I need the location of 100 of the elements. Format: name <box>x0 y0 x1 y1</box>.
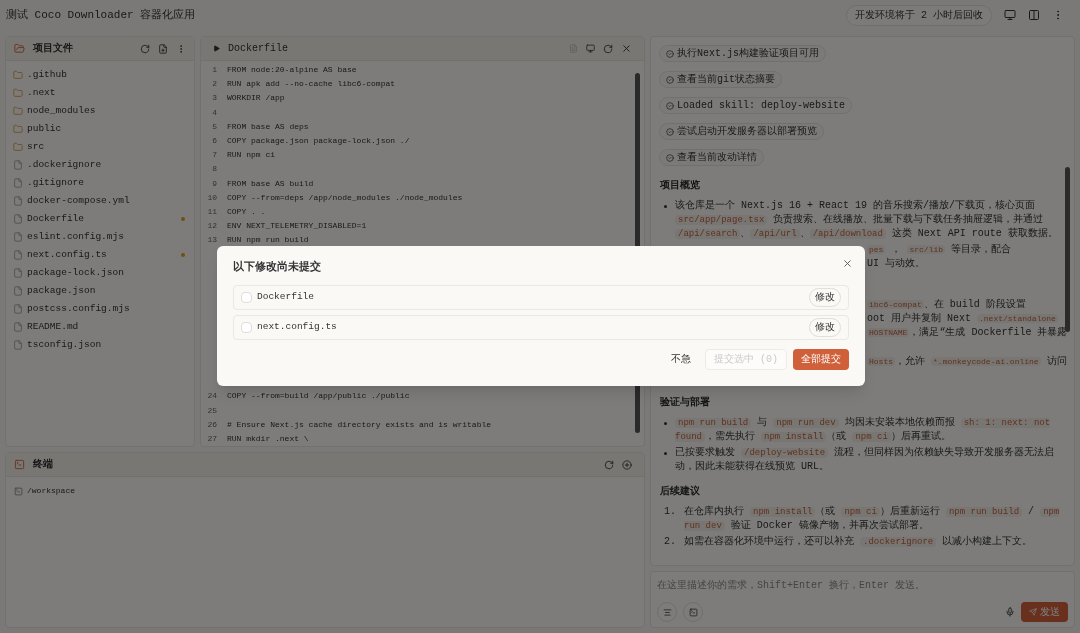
checkbox[interactable] <box>241 321 252 333</box>
file-tree-item[interactable]: tsconfig.json <box>13 336 187 354</box>
file-icon <box>13 196 23 206</box>
dialog-button[interactable]: 全部提交 <box>793 348 849 370</box>
code-line: COPY . . <box>226 205 266 218</box>
text-line: UI 与动效。 <box>867 257 925 271</box>
code-line: COPY --from=deps /app/node_modules ./node_modules <box>226 191 463 204</box>
file-tree-item[interactable]: package-lock.json <box>13 264 187 282</box>
send-button[interactable]: 发送 <box>1021 602 1068 622</box>
step-chip[interactable]: 执行Next.js构建验证项目可用 <box>659 45 826 62</box>
terminal-icon <box>14 486 23 496</box>
checkbox[interactable] <box>241 291 252 303</box>
file-tree-item[interactable]: src <box>13 138 187 156</box>
close-icon[interactable] <box>842 257 853 269</box>
line-number: 13 <box>206 234 218 247</box>
file-icon <box>13 160 23 170</box>
step-chip[interactable]: 尝试启动开发服务器以部署预览 <box>659 123 824 140</box>
refresh-icon[interactable] <box>140 43 150 54</box>
line-number: 26 <box>206 418 218 431</box>
folder-icon <box>14 43 25 54</box>
file-tree-item[interactable]: .gitignore <box>13 174 187 192</box>
scrollbar[interactable] <box>1065 167 1070 332</box>
text-line: Hosts ，允许 *.monkeycode-ai.online 访问 <box>867 355 1067 369</box>
check-circle-icon <box>666 75 674 84</box>
code-line: WORKDIR /app <box>226 92 285 105</box>
folder-icon <box>13 142 23 152</box>
dialog-title: 以下修改尚未提交 <box>233 259 321 275</box>
panel-title: 终端 <box>33 457 53 472</box>
line-number: 6 <box>211 135 218 148</box>
terminal-path: /workspace <box>27 485 75 497</box>
list-text: 在仓库内执行 npm install （或 npm ci ）后重新运行 npm run build / npm run dev 验证 Docker 镜像产物，并再次尝试部署。 <box>684 505 1061 533</box>
folder-icon <box>13 88 23 98</box>
line-number: 27 <box>206 433 218 446</box>
step-chip[interactable]: 查看当前git状态摘要 <box>659 71 782 88</box>
terminal-icon <box>14 459 25 470</box>
file-icon <box>13 268 23 278</box>
file-tree-item[interactable]: package.json <box>13 282 187 300</box>
change-row[interactable]: next.config.ts 修改 <box>233 314 849 340</box>
folder-icon <box>13 106 23 116</box>
file-tree-item[interactable]: .dockerignore <box>13 156 187 174</box>
list-number: 1. <box>664 505 676 519</box>
line-number: 2 <box>211 78 218 91</box>
file-tree-item[interactable]: Dockerfile <box>13 210 187 228</box>
bullet-text: 已按要求触发 /deploy-website 流程，但同样因为依赖缺失导致开发服务器无法启动，因此未能获得在线预览 URL。 <box>675 446 1056 474</box>
play-icon[interactable] <box>213 45 220 52</box>
line-number: 7 <box>211 149 218 162</box>
code-line: FROM base AS deps <box>226 120 309 133</box>
code-line: COPY package.json package-lock.json ./ <box>226 135 410 148</box>
microphone-icon[interactable] <box>1005 607 1015 617</box>
code-line: COPY --from=build /app/public ./public <box>226 390 410 403</box>
file-tree-item[interactable]: .next <box>13 84 187 102</box>
refresh-icon[interactable] <box>603 43 613 54</box>
editor-tab[interactable]: Dockerfile <box>228 41 288 56</box>
layout-icon[interactable] <box>1028 9 1040 21</box>
file-icon <box>13 250 23 260</box>
line-number: 11 <box>206 205 218 218</box>
send-icon <box>1029 608 1037 616</box>
line-number: 12 <box>206 220 218 233</box>
file-tree-item[interactable]: node_modules <box>13 102 187 120</box>
text-line: HOSTNAME ，满足“生成 Dockerfile 并暴露 <box>867 326 1068 340</box>
file-tree-item[interactable]: docker-compose.yml <box>13 192 187 210</box>
close-icon[interactable] <box>621 43 632 54</box>
file-icon <box>13 286 23 296</box>
file-tree-item[interactable]: next.config.ts <box>13 246 187 264</box>
line-number: 25 <box>206 404 218 417</box>
refresh-icon[interactable] <box>604 459 614 470</box>
section-heading: 后续建议 <box>660 484 700 499</box>
file-tree-item[interactable]: .github <box>13 66 187 84</box>
dialog-button[interactable]: 不急 <box>663 348 699 370</box>
bullet-text: npm run build 与 npm run dev 均因未安装本地依赖而报 sh: 1: next: not found ，需先执行 npm install （或 npm ci ）后再重试。 <box>675 416 1052 444</box>
file-icon <box>13 322 23 332</box>
code-line: FROM node:20-alpine AS base <box>226 64 357 77</box>
panel-title: 项目文件 <box>33 41 73 56</box>
lines-icon <box>662 607 672 617</box>
section-heading: 项目概览 <box>660 178 700 193</box>
file-icon <box>13 232 23 242</box>
file-tree-item[interactable]: postcss.config.mjs <box>13 300 187 318</box>
file-name: next.config.ts <box>257 319 337 334</box>
terminal-icon <box>688 607 698 617</box>
file-icon <box>13 178 23 188</box>
change-row[interactable]: Dockerfile 修改 <box>233 284 849 310</box>
text-line: oot 用户并复制 Next .next/standalone <box>867 312 1058 326</box>
code-line: ENV NEXT_TELEMETRY_DISABLED=1 <box>226 220 367 233</box>
file-tree-item[interactable]: README.md <box>13 318 187 336</box>
new-file-icon[interactable] <box>158 43 168 54</box>
code-line: RUN apk add --no-cache libc6-compat <box>226 78 396 91</box>
list-number: 2. <box>664 535 676 549</box>
monitor-icon[interactable] <box>586 44 595 53</box>
file-tree-item[interactable]: public <box>13 120 187 138</box>
step-chip[interactable]: 查看当前改动详情 <box>659 149 764 166</box>
text-line: pes ， src/lib 等目录，配合 <box>867 243 1012 257</box>
app-title: 测试 Coco Downloader 容器化应用 <box>6 7 196 23</box>
add-icon[interactable] <box>622 459 632 470</box>
code-line: RUN npm run build <box>226 234 309 247</box>
file-tree-item[interactable]: eslint.config.mjs <box>13 228 187 246</box>
line-number: 10 <box>206 191 218 204</box>
monitor-icon[interactable] <box>1004 9 1016 21</box>
code-line: # Ensure Next.js cache directory exists and is writable <box>226 418 492 431</box>
step-chip[interactable]: Loaded skill: deploy-website <box>659 97 853 114</box>
check-circle-icon <box>666 49 674 58</box>
